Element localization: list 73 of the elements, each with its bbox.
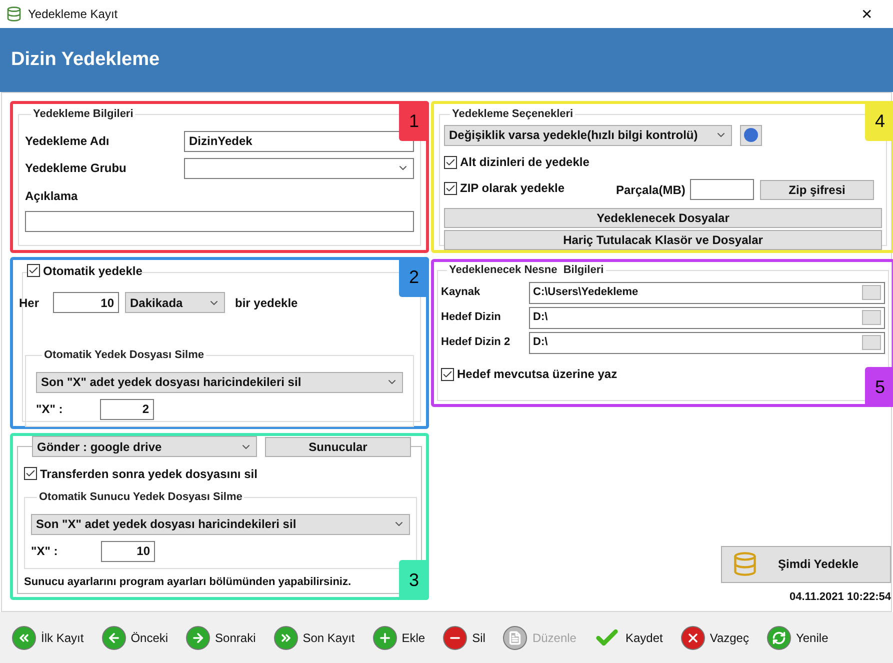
input-field[interactable]	[690, 179, 754, 200]
panel-badge: 4	[865, 101, 893, 141]
dropdown[interactable]: Gönder : google drive	[32, 436, 257, 457]
check-icon	[28, 265, 39, 276]
field-label: Parçala(MB)	[616, 182, 686, 198]
field-label: Kaynak	[441, 285, 482, 300]
checkbox[interactable]: Hedef mevcutsa üzerine yaz	[441, 365, 618, 383]
minus-icon	[443, 626, 468, 650]
field-label: Her	[19, 294, 40, 312]
toolbar-button[interactable]: Vazgeç	[680, 620, 767, 654]
dropdown[interactable]	[184, 158, 414, 178]
path-field[interactable]: D:\	[529, 306, 885, 328]
panel-badge: 3	[399, 560, 429, 600]
toolbar-button[interactable]: İlk Kayıt	[12, 620, 102, 654]
help-icon[interactable]	[740, 124, 762, 146]
input-field[interactable]: 2	[100, 398, 154, 420]
toolbar-button[interactable]: Yenile	[766, 620, 846, 654]
field-label: Yedekleme Grubu	[25, 160, 128, 177]
button[interactable]: Hariç Tutulacak Klasör ve Dosyalar	[444, 230, 882, 250]
group-title: Yedeklenecek Nesne Bilgileri	[448, 263, 605, 278]
path-field[interactable]: D:\	[529, 332, 885, 354]
plus-icon	[372, 626, 397, 650]
group-title: Yedekleme Bilgileri	[32, 107, 134, 122]
input-field[interactable]: 10	[53, 292, 119, 313]
checkbox[interactable]: Otomatik yedekle	[27, 262, 142, 280]
field-label: "X" :	[36, 401, 64, 418]
app-icon	[6, 6, 22, 22]
backup-now-button[interactable]: Şimdi Yedekle	[721, 546, 891, 582]
checkbox[interactable]: Alt dizinleri de yedekle	[444, 153, 590, 171]
button[interactable]: Sunucular	[265, 436, 411, 456]
check-icon	[445, 182, 456, 194]
dropdown[interactable]: Son "X" adet yedek dosyası haricindekileri sil	[36, 372, 403, 392]
panel-badge: 1	[399, 101, 429, 141]
close-button[interactable]: ✕	[847, 4, 887, 24]
toolbar-button[interactable]: Önceki	[102, 620, 186, 654]
toolbar-button[interactable]: Sonraki	[186, 620, 274, 654]
input-field[interactable]	[25, 210, 414, 232]
checkbox[interactable]: Transferden sonra yedek dosyasını sil	[24, 464, 258, 482]
group-title: Otomatik Sunucu Yedek Dosyası Silme	[38, 490, 244, 505]
check-icon	[442, 368, 453, 380]
button[interactable]: Zip şifresi	[760, 180, 874, 200]
field-label: Yedekleme Adı	[25, 133, 110, 150]
input-field[interactable]: 10	[101, 540, 155, 562]
document-icon	[503, 626, 528, 650]
panel-badge: 5	[865, 367, 893, 407]
field-label: bir yedekle	[235, 294, 298, 312]
check-icon	[25, 468, 36, 479]
database-icon	[732, 551, 758, 577]
dropdown[interactable]: Değişiklik varsa yedekle(hızlı bilgi kontrolü)	[444, 124, 732, 146]
toolbar-button[interactable]: Sil	[443, 620, 504, 654]
dropdown[interactable]: Son "X" adet yedek dosyası haricindekileri sil	[31, 514, 410, 534]
timestamp: 04.11.2021 10:22:54	[789, 590, 891, 604]
path-field[interactable]: C:\Users\Yedekleme	[529, 282, 885, 304]
toolbar-button[interactable]: Ekle	[372, 620, 444, 654]
field-label: Hedef Dizin 2	[441, 335, 512, 350]
check-icon	[445, 156, 456, 168]
note-text: Sunucu ayarlarını program ayarları bölümünden yapabilirsiniz.	[24, 574, 352, 590]
button[interactable]: Yedeklenecek Dosyalar	[444, 208, 882, 228]
dropdown[interactable]: Dakikada	[125, 292, 225, 313]
input-field[interactable]: DizinYedek	[184, 130, 414, 152]
close-icon	[680, 626, 705, 650]
group-title: Otomatik Yedek Dosyası Silme	[43, 348, 205, 363]
checkbox[interactable]: ZIP olarak yedekle	[444, 179, 565, 197]
page-title: Dizin Yedekleme	[11, 48, 160, 72]
field-label: Açıklama	[25, 188, 79, 204]
toolbar-button[interactable]: Son Kayıt	[274, 620, 373, 654]
panel-badge: 2	[399, 257, 429, 297]
field-label: Hedef Dizin	[441, 310, 502, 326]
group-title: Yedekleme Seçenekleri	[451, 107, 574, 122]
refresh-icon	[766, 626, 791, 650]
field-label: "X" :	[31, 543, 59, 560]
toolbar-button[interactable]: Kaydet	[594, 620, 681, 654]
window-title: Yedekleme Kayıt	[28, 6, 118, 23]
